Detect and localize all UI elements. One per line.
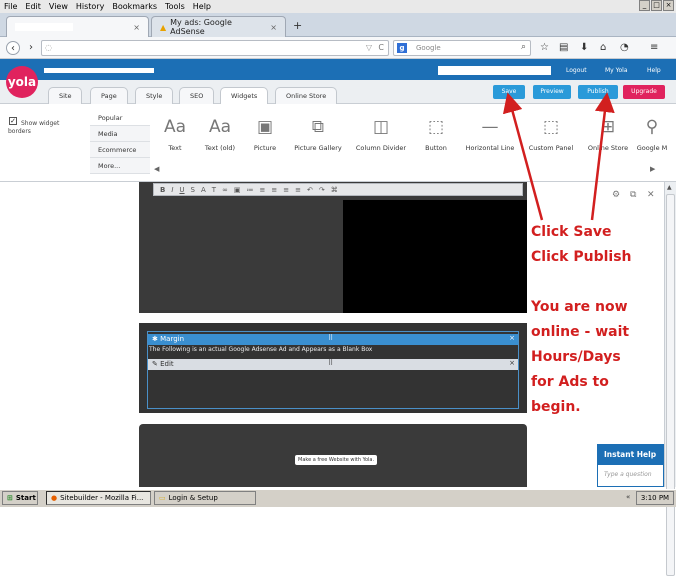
folder-icon: ▭ [159,494,166,502]
annotation-line-7: begin. [531,399,581,415]
annotation-line-3: You are now [531,299,628,315]
taskbar-item-label: Sitebuilder - Mozilla Fi... [60,494,144,502]
start-button[interactable]: ⊞ Start [2,491,38,505]
start-label: Start [15,494,36,502]
system-clock[interactable]: 3:10 PM [636,491,674,505]
annotation-click-publish: Click Publish [531,249,632,265]
windows-logo-icon: ⊞ [7,494,13,502]
taskbar-item-label: Login & Setup [168,494,218,502]
tray-expand-icon[interactable]: « [626,493,630,501]
arrow-to-save [502,92,544,221]
taskbar-item-folder[interactable]: ▭ Login & Setup [154,491,256,505]
firefox-icon: ● [51,494,58,502]
annotation-click-save: Click Save [531,224,612,240]
arrow-to-publish [590,92,615,221]
annotation-line-5: Hours/Days [531,349,621,365]
annotation-line-4: online - wait [531,324,630,340]
annotation-line-6: for Ads to [531,374,609,390]
taskbar-item-firefox[interactable]: ● Sitebuilder - Mozilla Fi... [46,491,151,505]
